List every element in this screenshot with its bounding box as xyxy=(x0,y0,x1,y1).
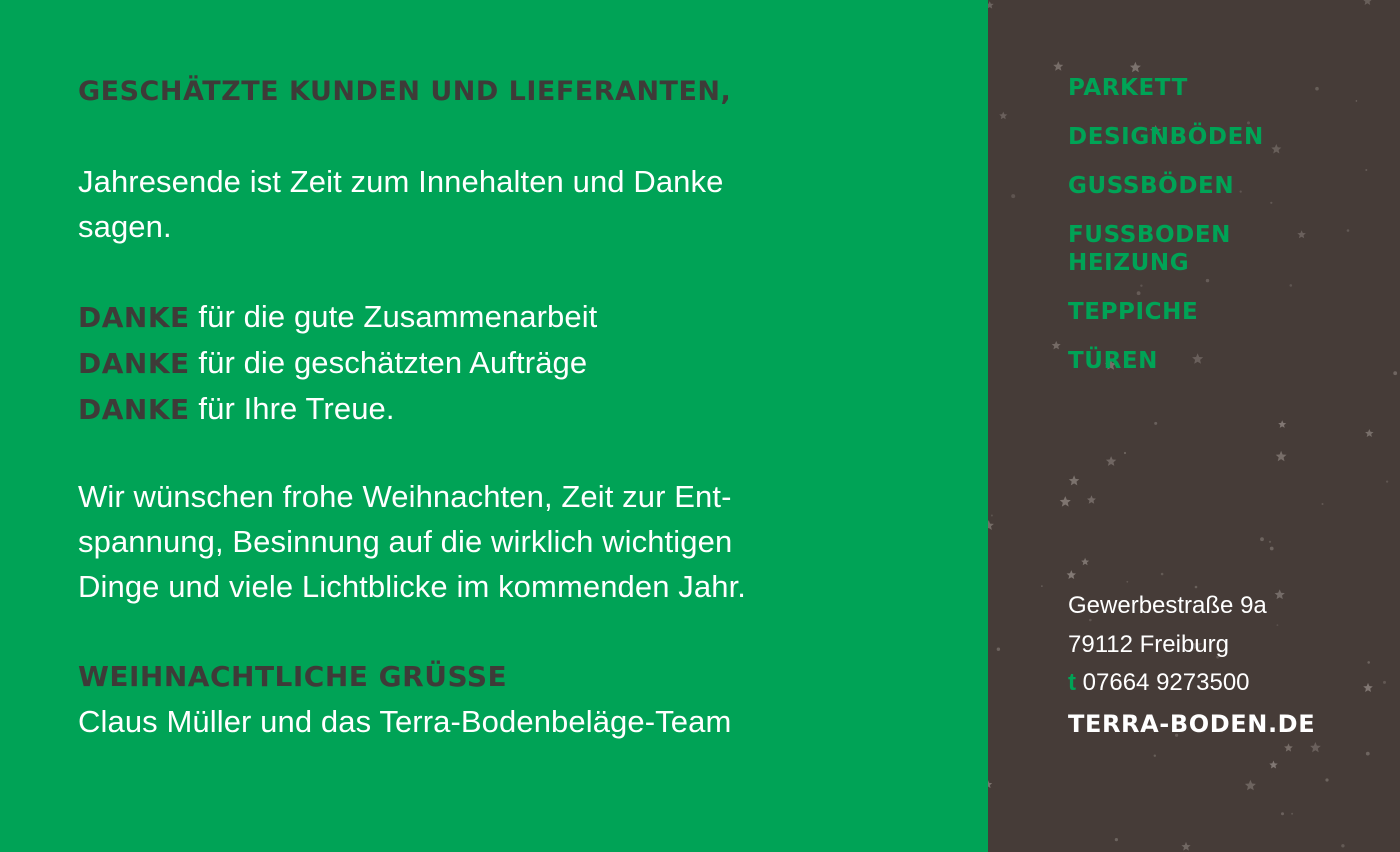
thanks-list: DANKE für die gute Zusammenarbeit DANKE … xyxy=(78,294,838,432)
intro-line: Jahresende ist Zeit zum Innehalten und D… xyxy=(78,164,724,199)
star-dot xyxy=(1393,371,1398,376)
star-dot xyxy=(1154,421,1158,425)
menu-item-gussboeden[interactable]: GUSSBÖDEN xyxy=(1068,172,1264,200)
star-icon xyxy=(1244,779,1256,791)
thanks-keyword: DANKE xyxy=(78,347,190,380)
wishes-paragraph: Wir wünschen frohe Weihnachten, Zeit zur… xyxy=(78,474,838,609)
star-dot xyxy=(1269,546,1274,551)
star-icon xyxy=(1365,429,1374,437)
star-icon xyxy=(1297,230,1306,239)
star-dot xyxy=(1367,661,1370,664)
category-menu: PARKETT DESIGNBÖDEN GUSSBÖDEN FUSSBODEN … xyxy=(1068,74,1264,396)
star-icon xyxy=(1284,743,1293,752)
wishes-line: spannung, Besinnung auf die wirklich wic… xyxy=(78,524,733,559)
star-dot xyxy=(1321,503,1324,505)
address-street: Gewerbestraße 9a xyxy=(1068,592,1267,619)
star-icon xyxy=(1269,760,1278,769)
signature: Claus Müller und das Terra-Bodenbeläge-T… xyxy=(78,704,732,739)
thanks-line: DANKE für die geschätzten Aufträge xyxy=(78,340,838,386)
star-dot xyxy=(1365,169,1368,171)
star-icon xyxy=(1363,0,1372,5)
thanks-keyword: DANKE xyxy=(78,301,190,334)
star-dot xyxy=(1041,585,1043,587)
star-dot xyxy=(1346,229,1350,232)
star-icon xyxy=(1105,456,1117,466)
phone-line: t 07664 9273500 xyxy=(1068,664,1315,703)
wishes-line: Wir wünschen frohe Weihnachten, Zeit zur… xyxy=(78,479,732,514)
menu-item-teppiche[interactable]: TEPPICHE xyxy=(1068,298,1264,326)
star-icon xyxy=(1066,570,1076,579)
menu-item-fussbodenheizung[interactable]: FUSSBODEN HEIZUNG xyxy=(1068,221,1264,277)
star-icon xyxy=(988,1,994,9)
thanks-line: DANKE für Ihre Treue. xyxy=(78,386,838,432)
star-dot xyxy=(1123,451,1127,455)
menu-item-label: FUSSBODEN xyxy=(1068,222,1232,248)
star-icon xyxy=(988,780,993,789)
letter-headline: GESCHÄTZTE KUNDEN UND LIEFERANTEN, xyxy=(78,76,732,107)
letter-panel: GESCHÄTZTE KUNDEN UND LIEFERANTEN, Jahre… xyxy=(0,0,988,852)
star-dot xyxy=(996,647,1001,651)
star-dot xyxy=(1365,751,1370,756)
menu-item-parkett[interactable]: PARKETT xyxy=(1068,74,1264,102)
star-icon xyxy=(988,520,994,530)
star-icon xyxy=(1310,742,1321,753)
star-dot xyxy=(1325,778,1329,782)
star-icon xyxy=(1068,475,1080,486)
star-dot xyxy=(1270,201,1273,204)
star-dot xyxy=(1386,480,1389,483)
star-dot xyxy=(1355,100,1358,102)
star-icon xyxy=(1051,340,1061,350)
thanks-text: für die geschätzten Aufträge xyxy=(189,345,588,380)
star-dot xyxy=(1383,680,1386,684)
star-dot xyxy=(1281,812,1284,816)
star-dot xyxy=(1160,572,1164,576)
intro-paragraph: Jahresende ist Zeit zum Innehalten und D… xyxy=(78,159,838,249)
star-icon xyxy=(1275,450,1287,462)
intro-line: sagen. xyxy=(78,209,172,244)
star-dot xyxy=(1153,754,1156,757)
star-icon xyxy=(1181,841,1191,851)
closing: WEIHNACHTLICHE GRÜSSE Claus Müller und d… xyxy=(78,654,838,744)
phone-prefix: t xyxy=(1068,669,1076,696)
star-icon xyxy=(1278,420,1287,428)
star-icon xyxy=(1087,495,1096,504)
phone-number: 07664 9273500 xyxy=(1076,669,1250,696)
star-icon xyxy=(1129,61,1141,73)
website-link[interactable]: TERRA-BODEN.DE xyxy=(1068,705,1315,744)
star-icon xyxy=(1053,61,1064,71)
thanks-text: für die gute Zusammenarbeit xyxy=(189,299,598,334)
contact-block: Gewerbestraße 9a 79112 Freiburg t 07664 … xyxy=(1068,587,1315,743)
star-icon xyxy=(999,111,1008,120)
star-icon xyxy=(1363,682,1373,692)
star-dot xyxy=(1260,537,1264,542)
star-icon xyxy=(1081,557,1090,566)
star-dot xyxy=(1114,838,1118,842)
menu-item-tueren[interactable]: TÜREN xyxy=(1068,347,1264,375)
greeting-heading: WEIHNACHTLICHE GRÜSSE xyxy=(78,660,508,693)
star-dot xyxy=(1341,844,1345,848)
menu-item-label: HEIZUNG xyxy=(1068,250,1190,276)
thanks-keyword: DANKE xyxy=(78,393,190,426)
thanks-line: DANKE für die gute Zusammenarbeit xyxy=(78,294,838,340)
star-dot xyxy=(990,514,993,517)
star-dot xyxy=(1289,284,1293,287)
wishes-line: Dinge und viele Lichtblicke im kommenden… xyxy=(78,569,746,604)
star-dot xyxy=(1268,540,1272,543)
star-dot xyxy=(1011,194,1016,199)
menu-item-designboeden[interactable]: DESIGNBÖDEN xyxy=(1068,123,1264,151)
star-dot xyxy=(1291,812,1294,815)
star-icon xyxy=(1271,144,1282,154)
address-city: 79112 Freiburg xyxy=(1068,630,1229,658)
star-dot xyxy=(1315,86,1319,91)
star-dot xyxy=(1126,580,1129,583)
thanks-text: für Ihre Treue. xyxy=(189,391,395,426)
star-icon xyxy=(1059,496,1071,507)
